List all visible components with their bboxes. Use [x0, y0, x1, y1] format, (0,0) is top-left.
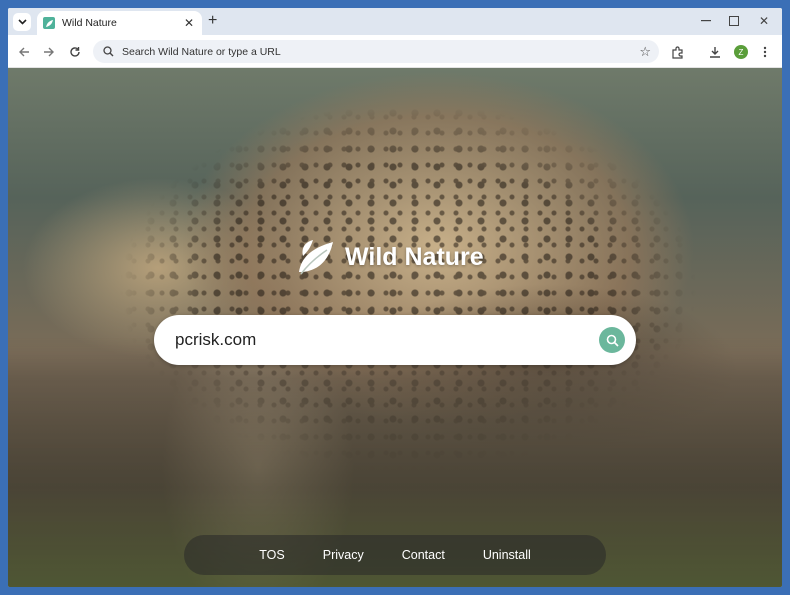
brand: Wild Nature — [293, 236, 484, 278]
bookmark-star-icon[interactable]: ☆ — [639, 44, 651, 60]
browser-window: Wild Nature ✕ + ✕ Search Wild Nature or … — [8, 8, 782, 587]
search-icon — [103, 46, 114, 57]
tab-title: Wild Nature — [62, 17, 117, 29]
tab-wild-nature[interactable]: Wild Nature ✕ — [37, 11, 202, 35]
search-bar — [154, 315, 636, 365]
footer-link-uninstall[interactable]: Uninstall — [483, 548, 531, 562]
profile-avatar[interactable]: Z — [732, 43, 750, 61]
new-tab-button[interactable]: + — [208, 13, 217, 29]
footer-link-tos[interactable]: TOS — [259, 548, 284, 562]
search-input[interactable] — [175, 330, 599, 350]
tab-strip: Wild Nature ✕ + ✕ — [8, 8, 782, 35]
extensions-icon[interactable] — [668, 43, 686, 61]
tab-search-button[interactable] — [13, 13, 31, 31]
maximize-icon[interactable] — [724, 11, 744, 31]
footer-link-privacy[interactable]: Privacy — [323, 548, 364, 562]
tab-close-icon[interactable]: ✕ — [182, 16, 196, 30]
footer-link-contact[interactable]: Contact — [402, 548, 445, 562]
chevron-down-icon — [17, 19, 27, 25]
search-icon — [606, 334, 619, 347]
page-content: Wild Nature TOS Privacy Contact Uninstal… — [8, 68, 782, 587]
omnibox-placeholder: Search Wild Nature or type a URL — [122, 45, 281, 58]
profile-initial: Z — [734, 45, 748, 59]
omnibox[interactable]: Search Wild Nature or type a URL ☆ — [93, 40, 659, 63]
brand-name: Wild Nature — [345, 242, 484, 271]
search-button[interactable] — [599, 327, 625, 353]
forward-icon[interactable] — [39, 42, 59, 62]
menu-dots-icon[interactable] — [756, 43, 774, 61]
close-icon[interactable]: ✕ — [754, 11, 774, 31]
minimize-icon[interactable] — [696, 11, 716, 31]
browser-toolbar: Search Wild Nature or type a URL ☆ Z — [8, 35, 782, 68]
footer-links: TOS Privacy Contact Uninstall — [184, 535, 606, 575]
download-icon[interactable] — [706, 43, 724, 61]
back-icon[interactable] — [14, 42, 34, 62]
reload-icon[interactable] — [65, 42, 85, 62]
leaf-logo-icon — [299, 240, 333, 275]
leaf-favicon-icon — [43, 17, 55, 29]
